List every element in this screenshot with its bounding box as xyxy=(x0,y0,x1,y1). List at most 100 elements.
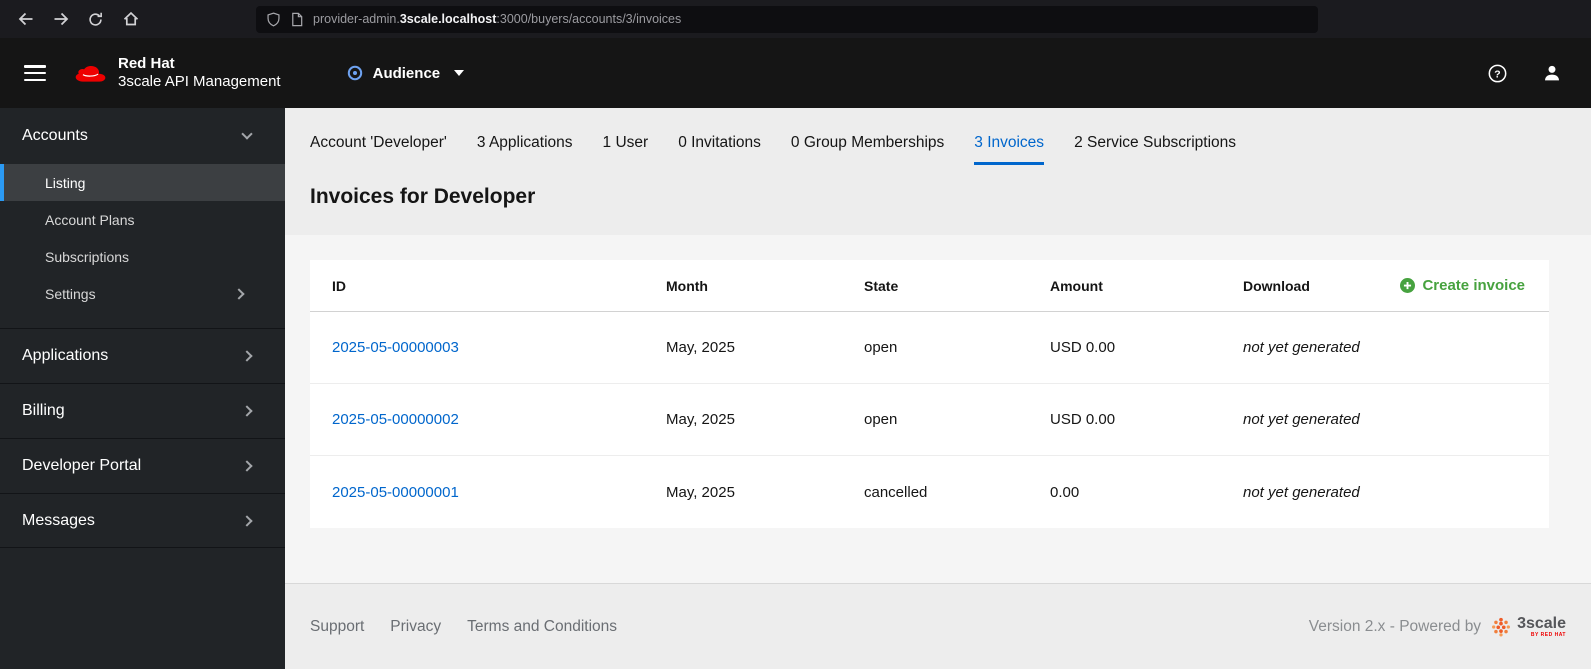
context-label: Audience xyxy=(372,64,441,82)
create-invoice-label: Create invoice xyxy=(1422,277,1525,294)
invoice-download-status: not yet generated xyxy=(1243,483,1360,501)
footer-links: Support Privacy Terms and Conditions xyxy=(310,618,617,636)
tab-invoices[interactable]: 3 Invoices xyxy=(974,134,1045,165)
help-icon: ? xyxy=(1488,64,1507,82)
brand-logo[interactable]: Red Hat 3scale API Management xyxy=(74,55,281,91)
threescale-logo: 3scale BY RED HAT xyxy=(1490,614,1566,638)
invoice-month: May, 2025 xyxy=(666,411,735,428)
tab-account-developer[interactable]: Account 'Developer' xyxy=(310,134,447,165)
invoice-state: open xyxy=(864,411,898,428)
sidebar-item-label: Messages xyxy=(22,511,95,529)
threescale-ball-icon xyxy=(1492,617,1511,637)
create-invoice-button[interactable]: Create invoice xyxy=(1400,277,1549,294)
chevron-down-icon xyxy=(454,70,465,76)
user-menu-button[interactable] xyxy=(1543,64,1561,82)
app-header: Red Hat 3scale API Management Audience ? xyxy=(0,38,1591,108)
url-bar[interactable]: provider-admin.3scale.localhost:3000/buy… xyxy=(256,5,1318,33)
tab-applications[interactable]: 3 Applications xyxy=(477,134,573,165)
col-header-state: State xyxy=(864,277,899,294)
url-prefix: provider-admin. xyxy=(313,12,400,26)
url-text: provider-admin.3scale.localhost:3000/buy… xyxy=(313,12,681,26)
chevron-right-icon xyxy=(241,350,253,362)
accounts-subnav: Listing Account Plans Subscriptions Sett… xyxy=(0,164,285,312)
sidebar-item-label: Developer Portal xyxy=(22,457,142,474)
invoice-amount: 0.00 xyxy=(1050,483,1080,501)
forward-button[interactable] xyxy=(43,4,78,34)
footer-link-support[interactable]: Support xyxy=(310,618,364,636)
refresh-button[interactable] xyxy=(78,4,113,34)
sidebar: Accounts Listing Account Plans Subscript… xyxy=(0,108,285,669)
sidebar-item-applications[interactable]: Applications xyxy=(0,328,285,383)
sidebar-item-billing[interactable]: Billing xyxy=(0,383,285,438)
footer-link-terms[interactable]: Terms and Conditions xyxy=(467,618,617,636)
table-header-row: ID Month State Amount Download Create in… xyxy=(310,260,1549,312)
main-content: Account 'Developer' 3 Applications 1 Use… xyxy=(285,108,1591,669)
chevron-right-icon xyxy=(233,287,245,300)
redhat-hat-icon xyxy=(75,65,106,82)
shield-icon xyxy=(267,11,280,26)
sidebar-item-label: Applications xyxy=(22,347,109,364)
table-row: 2025-05-00000003 May, 2025 open USD 0.00… xyxy=(310,312,1549,384)
chevron-right-icon xyxy=(241,405,253,417)
sidebar-item-listing[interactable]: Listing xyxy=(0,164,285,201)
content-band: ID Month State Amount Download Create in… xyxy=(285,235,1591,583)
invoice-state: cancelled xyxy=(864,483,928,501)
invoices-table: ID Month State Amount Download Create in… xyxy=(310,260,1549,528)
threescale-name: 3scale xyxy=(1517,614,1566,632)
browser-chrome: provider-admin.3scale.localhost:3000/buy… xyxy=(0,0,1591,38)
account-tabs: Account 'Developer' 3 Applications 1 Use… xyxy=(285,108,1591,165)
hamburger-menu-icon[interactable] xyxy=(24,65,46,81)
back-button[interactable] xyxy=(8,4,43,34)
page-title: Invoices for Developer xyxy=(310,185,536,208)
col-header-download: Download xyxy=(1243,277,1310,294)
footer-version: Version 2.x - Powered by 3scale BY RED H… xyxy=(1309,614,1566,638)
invoice-state: open xyxy=(864,339,898,356)
sidebar-item-label: Accounts xyxy=(22,127,88,144)
invoice-download-status: not yet generated xyxy=(1243,339,1360,356)
invoice-id-link[interactable]: 2025-05-00000002 xyxy=(332,411,459,428)
brand-line2: 3scale API Management xyxy=(118,73,281,90)
footer-link-privacy[interactable]: Privacy xyxy=(390,618,441,636)
sidebar-item-account-plans[interactable]: Account Plans xyxy=(0,201,285,238)
tab-group-memberships[interactable]: 0 Group Memberships xyxy=(791,134,944,165)
layout-body: Accounts Listing Account Plans Subscript… xyxy=(0,108,1591,669)
refresh-icon xyxy=(89,12,102,26)
chevron-down-icon xyxy=(241,128,253,140)
help-button[interactable]: ? xyxy=(1488,64,1507,83)
url-path: :3000/buyers/accounts/3/invoices xyxy=(496,12,682,26)
invoice-download-status: not yet generated xyxy=(1243,411,1360,428)
sidebar-item-settings[interactable]: Settings xyxy=(0,275,285,312)
home-button[interactable] xyxy=(113,4,148,34)
sidebar-item-developer-portal[interactable]: Developer Portal xyxy=(0,438,285,493)
col-header-month: Month xyxy=(666,277,708,294)
tab-service-subscriptions[interactable]: 2 Service Subscriptions xyxy=(1074,134,1236,165)
invoice-amount: USD 0.00 xyxy=(1050,411,1116,428)
threescale-wordmark: 3scale BY RED HAT xyxy=(1517,614,1566,638)
tab-invitations[interactable]: 0 Invitations xyxy=(678,134,761,165)
sidebar-item-label: Subscriptions xyxy=(45,248,130,265)
sidebar-item-messages[interactable]: Messages xyxy=(0,493,285,548)
audience-icon xyxy=(347,65,362,81)
invoice-amount: USD 0.00 xyxy=(1050,339,1116,356)
sidebar-item-label: Listing xyxy=(45,174,86,191)
col-header-id: ID xyxy=(332,277,346,294)
chevron-right-icon xyxy=(241,514,253,527)
plus-circle-icon xyxy=(1400,278,1416,293)
table-row: 2025-05-00000001 May, 2025 cancelled 0.0… xyxy=(310,456,1549,528)
tab-user[interactable]: 1 User xyxy=(603,134,649,165)
user-icon xyxy=(1545,65,1559,81)
chevron-right-icon xyxy=(241,460,253,472)
invoice-id-link[interactable]: 2025-05-00000003 xyxy=(332,339,459,356)
sidebar-item-subscriptions[interactable]: Subscriptions xyxy=(0,238,285,275)
svg-text:?: ? xyxy=(1494,69,1500,80)
invoice-month: May, 2025 xyxy=(666,483,735,501)
sidebar-item-accounts[interactable]: Accounts xyxy=(0,108,285,164)
forward-arrow-icon xyxy=(54,12,68,26)
home-icon xyxy=(123,11,138,26)
sidebar-item-label: Settings xyxy=(45,285,96,302)
footer: Support Privacy Terms and Conditions Ver… xyxy=(285,583,1591,669)
screen: provider-admin.3scale.localhost:3000/buy… xyxy=(0,0,1591,669)
brand-line1: Red Hat xyxy=(118,55,175,72)
context-selector[interactable]: Audience xyxy=(347,65,465,82)
invoice-id-link[interactable]: 2025-05-00000001 xyxy=(332,484,459,501)
